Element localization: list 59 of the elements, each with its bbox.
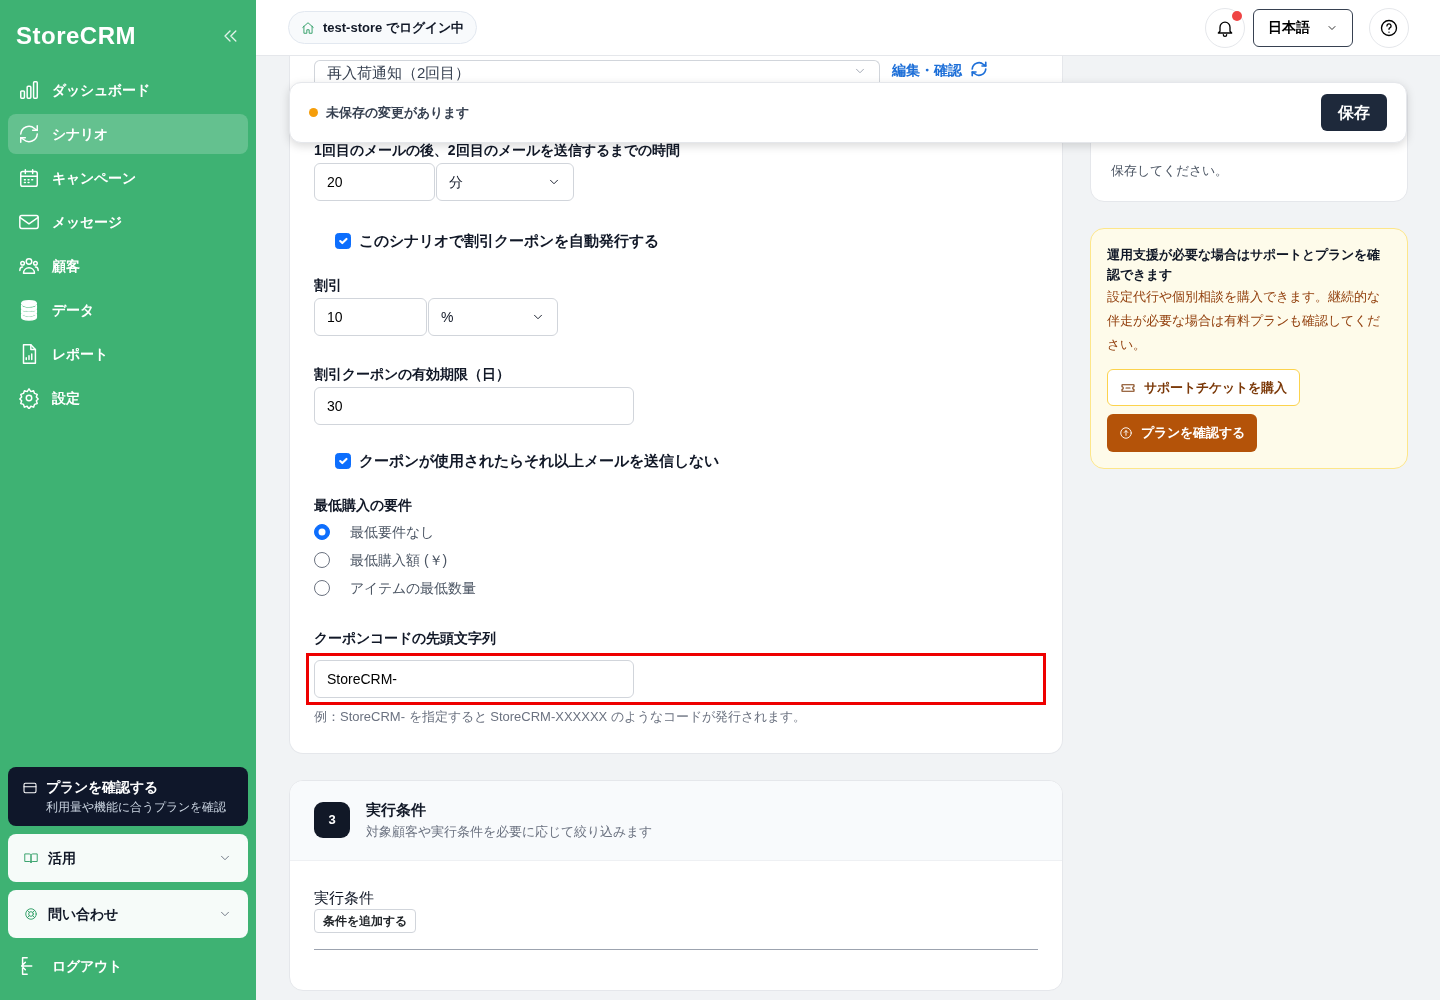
plan-button[interactable]: プランを確認する [1107,414,1257,452]
help-text: 例：StoreCRM- を指定すると StoreCRM-XXXXXX のようなコードが発行されます。 [314,708,807,726]
add-condition-button[interactable]: 条件を追加する [314,909,416,933]
radio-button[interactable] [314,580,330,596]
database-icon [18,299,40,321]
gear-icon [18,387,40,409]
field-label: 割引クーポンの有効期限（日） [314,365,511,384]
unsaved-message: 未保存の変更があります [326,103,469,122]
checkbox[interactable] [335,233,351,249]
help-icon [1379,17,1399,38]
home-icon [301,20,315,35]
summary-text: 保存してください。 [1111,162,1229,180]
template-select[interactable]: 再入荷通知（2回目） [314,60,880,84]
number-input[interactable]: 30 [314,387,634,425]
number-input[interactable]: 10 [314,298,427,336]
field-label: 最低購入の要件 [314,496,413,515]
checkbox-label: このシナリオで割引クーポンを自動発行する [359,230,659,251]
number-input[interactable]: 20 [314,163,435,201]
field-label: 実行条件 [314,887,375,908]
notification-button[interactable] [1205,7,1245,48]
edit-link[interactable]: 編集・確認 [892,60,962,81]
help-button[interactable] [1369,7,1409,48]
menu-section[interactable]: 活用 [8,834,248,882]
text-input[interactable]: StoreCRM- [314,660,634,698]
radio-button[interactable] [314,524,330,540]
plan-card[interactable]: プランを確認する 利用量や機能に合うプランを確認 [8,767,248,826]
book-icon [24,851,38,865]
lifebuoy-icon [24,907,38,921]
section-subtitle: 対象顧客や実行条件を必要に応じて絞り込みます [366,822,652,841]
checkbox[interactable] [335,453,351,469]
plan-title: プランを確認する [46,778,158,797]
radio-label: 最低購入額 (￥) [350,550,448,570]
field-label: クーポンコードの先頭文字列 [314,629,497,648]
refresh-icon[interactable] [970,60,988,78]
refresh-icon [18,123,40,145]
status-dot [309,108,318,117]
upload-icon [1119,426,1133,441]
unit-select[interactable]: 分 [436,163,574,201]
section-title: 実行条件 [366,800,427,820]
logo: StoreCRM [16,21,136,51]
radio-button[interactable] [314,552,330,568]
calendar-icon [18,167,40,189]
radio-label: アイテムの最低数量 [350,578,476,598]
people-icon [18,255,40,277]
step-number: 3 [314,802,350,838]
menu-section[interactable]: 問い合わせ [8,890,248,938]
support-text: 設定代行や個別相談を購入できます。継続的な伴走が必要な場合は有料プランも確認してください。 [1107,287,1381,354]
radio-label: 最低要件なし [350,522,434,542]
field-label: 1回目のメールの後、2回目のメールを送信するまでの時間 [314,141,681,160]
field-label: 割引 [314,276,343,295]
save-button[interactable]: 保存 [1321,94,1387,131]
login-status: test-store でログイン中 [288,10,477,45]
checkbox-label: クーポンが使用されたらそれ以上メールを送信しない [359,450,719,471]
ticket-button[interactable]: サポートチケットを購入 [1107,368,1300,407]
unit-select[interactable]: % [428,298,558,336]
bar-chart-icon [18,79,40,101]
support-title: 運用支援が必要な場合はサポートとプランを確認できます [1107,245,1381,284]
language-select[interactable]: 日本語 [1253,8,1353,47]
plan-subtitle: 利用量や機能に合うプランを確認 [45,799,227,816]
